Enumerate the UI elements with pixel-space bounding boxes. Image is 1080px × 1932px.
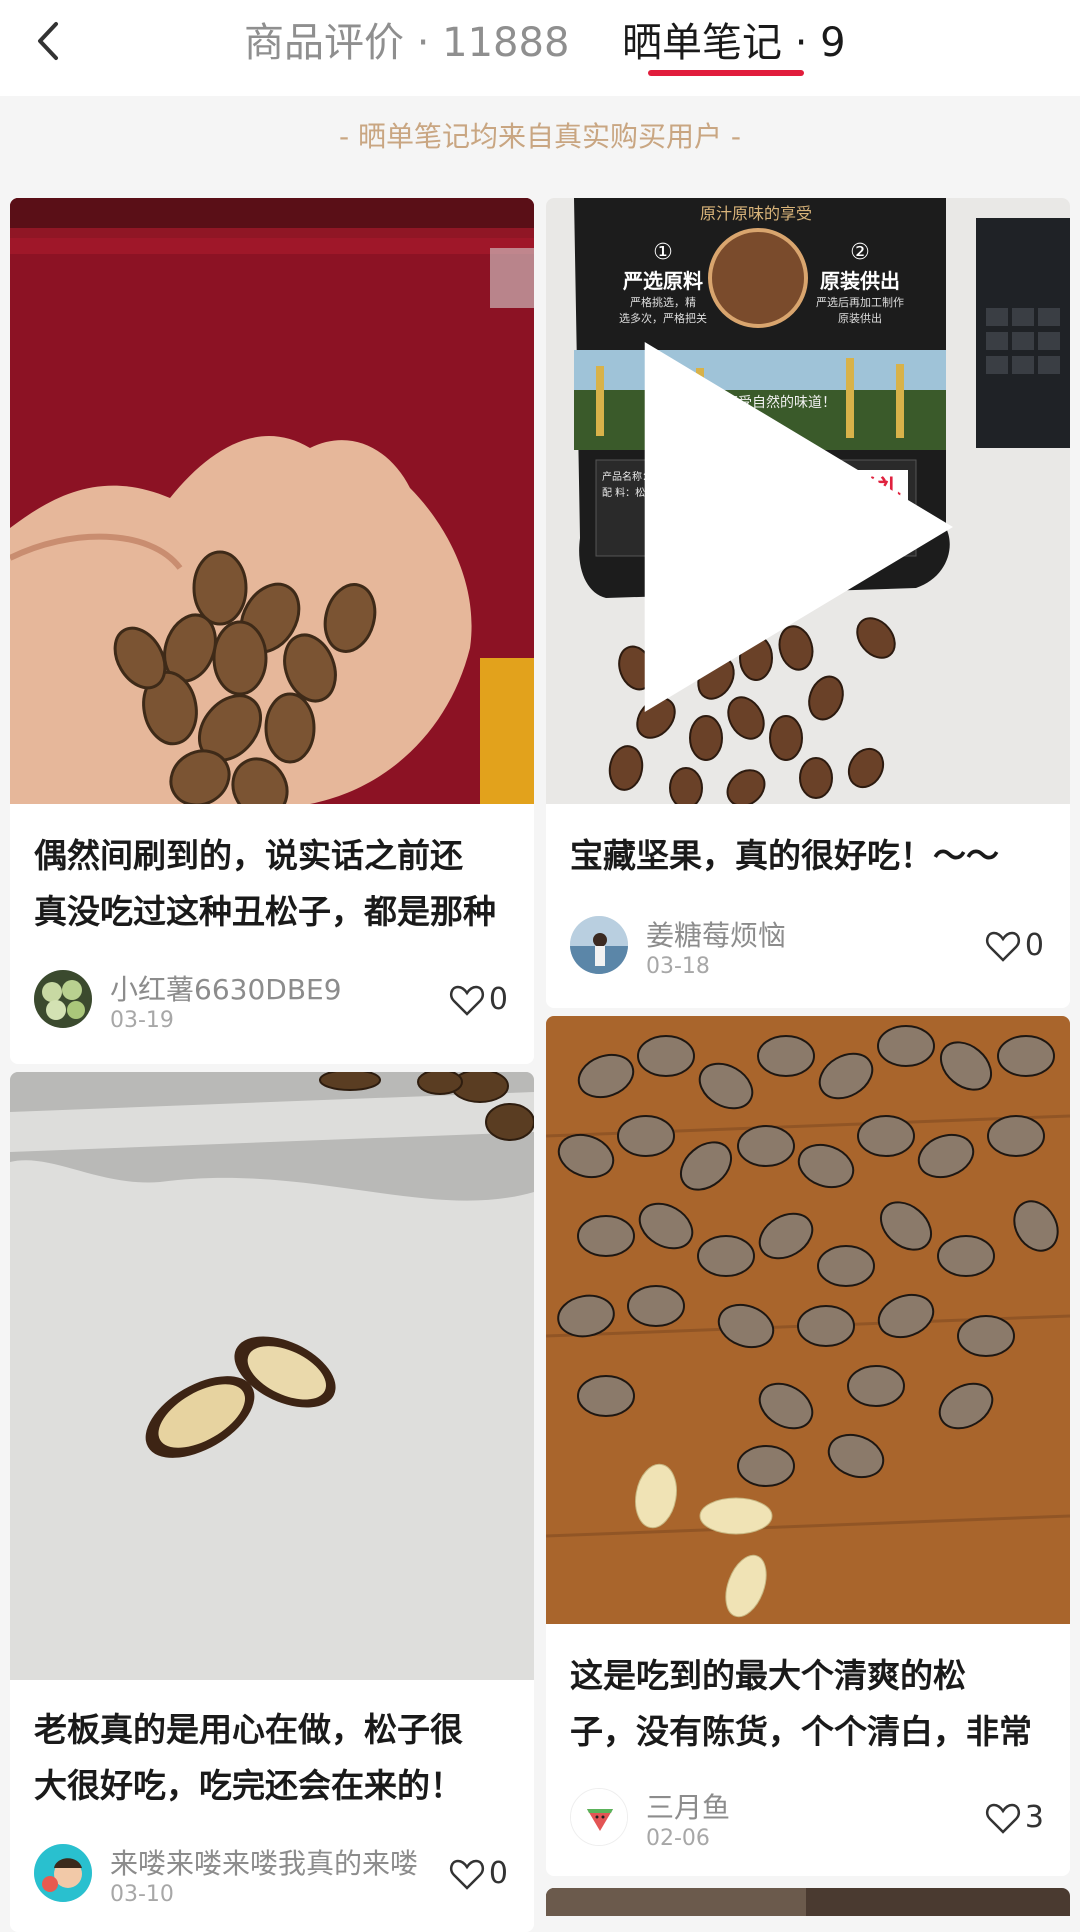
note-text: 这是吃到的最大个清爽的松 子，没有陈货，个个清白，非常 xyxy=(570,1656,1032,1751)
user-avatar[interactable] xyxy=(570,1788,628,1846)
post-date: 03-10 xyxy=(110,1882,174,1907)
note-card[interactable]: 偶然间刷到的，说实话之前还 真没吃过这种丑松子，都是那种 小红薯6630DBE9… xyxy=(10,198,534,1064)
heart-icon xyxy=(985,931,1020,962)
top-bar: 商品评价 · 11888 晒单笔记 · 9 xyxy=(0,0,1080,96)
note-card[interactable]: 这是吃到的最大个清爽的松 子，没有陈货，个个清白，非常 三月鱼 02-06 3 xyxy=(546,1016,1070,1876)
note-video-package[interactable]: 原汁原味的享受 ① 严选原料 严格挑选，精 选多次，严格把关 ② 原装供出 严选… xyxy=(546,198,1070,804)
username[interactable]: 三月鱼 xyxy=(646,1786,730,1826)
active-tab-indicator xyxy=(648,70,804,76)
note-text: 偶然间刷到的，说实话之前还 真没吃过这种丑松子，都是那种 xyxy=(34,836,496,931)
like-count: 0 xyxy=(1024,928,1044,963)
heart-icon xyxy=(449,985,484,1016)
heart-icon xyxy=(985,1803,1020,1834)
username[interactable]: 小红薯6630DBE9 xyxy=(110,968,342,1008)
username[interactable]: 姜糖莓烦恼 xyxy=(646,914,786,954)
like-count: 0 xyxy=(488,982,508,1017)
heart-icon xyxy=(449,1859,484,1890)
note-photo-pine-nuts-on-wood[interactable] xyxy=(546,1016,1070,1624)
post-date: 03-18 xyxy=(646,954,710,979)
notes-disclaimer: - 晒单笔记均来自真实购买用户 - xyxy=(338,120,741,153)
username[interactable]: 来喽来喽来喽我真的来喽 xyxy=(110,1842,418,1882)
play-icon xyxy=(644,342,953,712)
note-photo-hand-pine-nuts[interactable] xyxy=(10,198,534,804)
note-text: 老板真的是用心在做，松子很 大很好吃，吃完还会在来的！ xyxy=(34,1710,463,1805)
post-date: 03-19 xyxy=(110,1008,174,1033)
user-avatar[interactable] xyxy=(34,970,92,1028)
like-button[interactable]: 0 xyxy=(985,928,1044,963)
note-photo-split-pine-nut[interactable] xyxy=(10,1072,534,1680)
back-chevron-icon[interactable] xyxy=(30,16,70,66)
like-button[interactable]: 3 xyxy=(985,1800,1044,1835)
like-count: 3 xyxy=(1024,1800,1044,1835)
note-card[interactable]: 原汁原味的享受 ① 严选原料 严格挑选，精 选多次，严格把关 ② 原装供出 严选… xyxy=(546,198,1070,1008)
tab-reviews[interactable]: 商品评价 · 11888 xyxy=(244,14,569,72)
note-card[interactable]: 老板真的是用心在做，松子很 大很好吃，吃完还会在来的！ 来喽来喽来喽我真的来喽 … xyxy=(10,1072,534,1932)
like-button[interactable]: 0 xyxy=(449,982,508,1017)
package-heading: 原汁原味的享受 xyxy=(699,204,812,223)
user-avatar[interactable] xyxy=(34,1844,92,1902)
tab-notes[interactable]: 晒单笔记 · 9 xyxy=(622,14,846,72)
note-text: 宝藏坚果，真的很好吃！～～ xyxy=(570,836,999,875)
note-card-partial[interactable] xyxy=(546,1888,1070,1916)
like-button[interactable]: 0 xyxy=(449,1856,508,1891)
like-count: 0 xyxy=(488,1856,508,1891)
user-avatar[interactable] xyxy=(570,916,628,974)
post-date: 02-06 xyxy=(646,1826,710,1851)
note-photo-partial xyxy=(546,1888,1070,1916)
